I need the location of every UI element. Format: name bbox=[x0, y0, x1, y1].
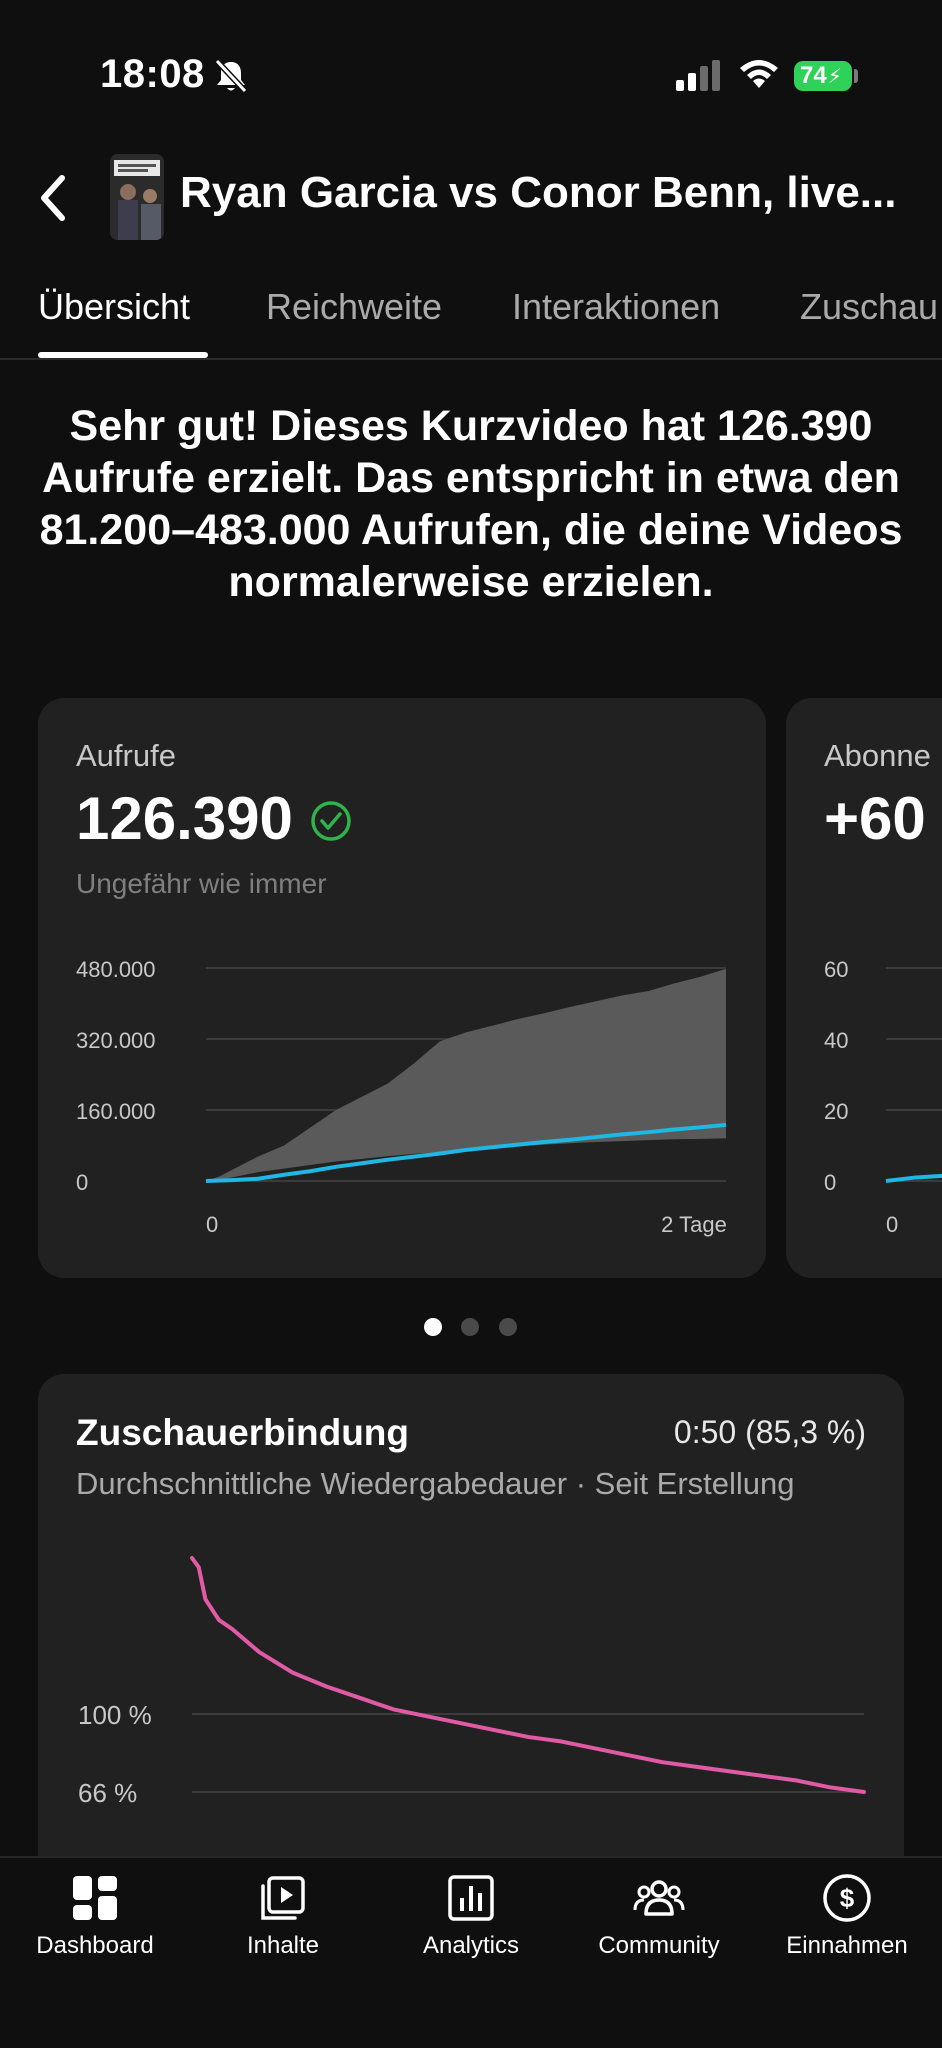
battery-level: 74 bbox=[800, 62, 827, 89]
video-title: Ryan Garcia vs Conor Benn, live... bbox=[180, 168, 897, 217]
nav-content[interactable]: Inhalte bbox=[189, 1858, 377, 2008]
battery-indicator: 74 ⚡ bbox=[794, 61, 852, 91]
nav-dashboard-label: Dashboard bbox=[36, 1932, 154, 1959]
y-tick-label: 0 bbox=[76, 1170, 88, 1195]
community-icon bbox=[633, 1880, 685, 1916]
y-tick-label: 0 bbox=[824, 1170, 836, 1195]
nav-earnings-label: Einnahmen bbox=[786, 1932, 908, 1959]
nav-analytics[interactable]: Analytics bbox=[377, 1858, 565, 2008]
y-tick-label: 160.000 bbox=[76, 1099, 156, 1124]
bell-muted-icon bbox=[214, 58, 248, 94]
content-icon bbox=[261, 1876, 305, 1920]
dashboard-icon bbox=[73, 1876, 117, 1920]
y-tick-label: 20 bbox=[824, 1099, 848, 1124]
earnings-icon: $ bbox=[823, 1874, 871, 1922]
battery-cap bbox=[854, 69, 858, 83]
tab-overview[interactable]: Übersicht bbox=[38, 286, 190, 328]
nav-dashboard[interactable]: Dashboard bbox=[1, 1858, 189, 2008]
video-thumbnail bbox=[110, 154, 164, 240]
x-tick-label: 0 bbox=[886, 1212, 898, 1237]
y-tick-label: 66 % bbox=[78, 1778, 137, 1808]
x-tick-label: 2 Tage bbox=[661, 1212, 727, 1237]
subscribers-line bbox=[885, 1173, 942, 1183]
page-dot-3[interactable] bbox=[499, 1318, 517, 1336]
y-tick-label: 100 % bbox=[78, 1700, 152, 1730]
subscribers-chart: 60 40 20 0 0 bbox=[824, 957, 942, 1237]
analytics-icon bbox=[448, 1875, 494, 1921]
x-tick-label: 0 bbox=[206, 1212, 218, 1237]
tab-reach[interactable]: Reichweite bbox=[266, 286, 442, 328]
status-bar: 18:08 74 ⚡ bbox=[0, 0, 942, 150]
signal-icon bbox=[676, 60, 720, 91]
bottom-navigation: Dashboard Inhalte Analytics Community $ … bbox=[0, 1856, 942, 2048]
svg-text:$: $ bbox=[840, 1883, 855, 1913]
nav-analytics-label: Analytics bbox=[422, 1932, 520, 1959]
nav-community[interactable]: Community bbox=[565, 1858, 753, 2008]
page-dot-1[interactable] bbox=[424, 1318, 442, 1336]
nav-content-label: Inhalte bbox=[246, 1932, 320, 1959]
tab-audience[interactable]: Zuschau bbox=[800, 286, 938, 328]
nav-earnings[interactable]: $ Einnahmen bbox=[753, 1858, 941, 2008]
y-tick-label: 60 bbox=[824, 957, 848, 982]
page-dot-2[interactable] bbox=[461, 1318, 479, 1336]
retention-chart: 100 % 66 % bbox=[78, 1556, 866, 1808]
y-tick-label: 480.000 bbox=[76, 957, 156, 982]
y-tick-label: 40 bbox=[824, 1028, 848, 1053]
subscribers-card[interactable]: Abonne +60 60 40 20 0 0 bbox=[786, 698, 942, 1278]
active-tab-indicator bbox=[38, 352, 208, 358]
status-time: 18:08 bbox=[100, 52, 205, 96]
wifi-icon bbox=[740, 60, 778, 88]
retention-card[interactable]: Zuschauerbindung 0:50 (85,3 %) Durchschn… bbox=[38, 1374, 904, 1894]
back-arrow-icon[interactable] bbox=[34, 172, 74, 224]
charging-icon: ⚡ bbox=[827, 65, 842, 88]
y-tick-label: 320.000 bbox=[76, 1028, 156, 1053]
retention-line bbox=[190, 1556, 866, 1794]
tab-engagement[interactable]: Interaktionen bbox=[512, 286, 720, 328]
performance-summary: Sehr gut! Dieses Kurzvideo hat 126.390 A… bbox=[39, 402, 903, 606]
tab-bar: Übersicht Reichweite Interaktionen Zusch… bbox=[0, 270, 942, 360]
nav-community-label: Community bbox=[598, 1932, 720, 1959]
views-chart: 480.000 320.000 160.000 0 0 2 Tage bbox=[76, 957, 727, 1237]
views-card[interactable]: Aufrufe 126.390 Ungefähr wie immer 480.0… bbox=[38, 698, 766, 1278]
